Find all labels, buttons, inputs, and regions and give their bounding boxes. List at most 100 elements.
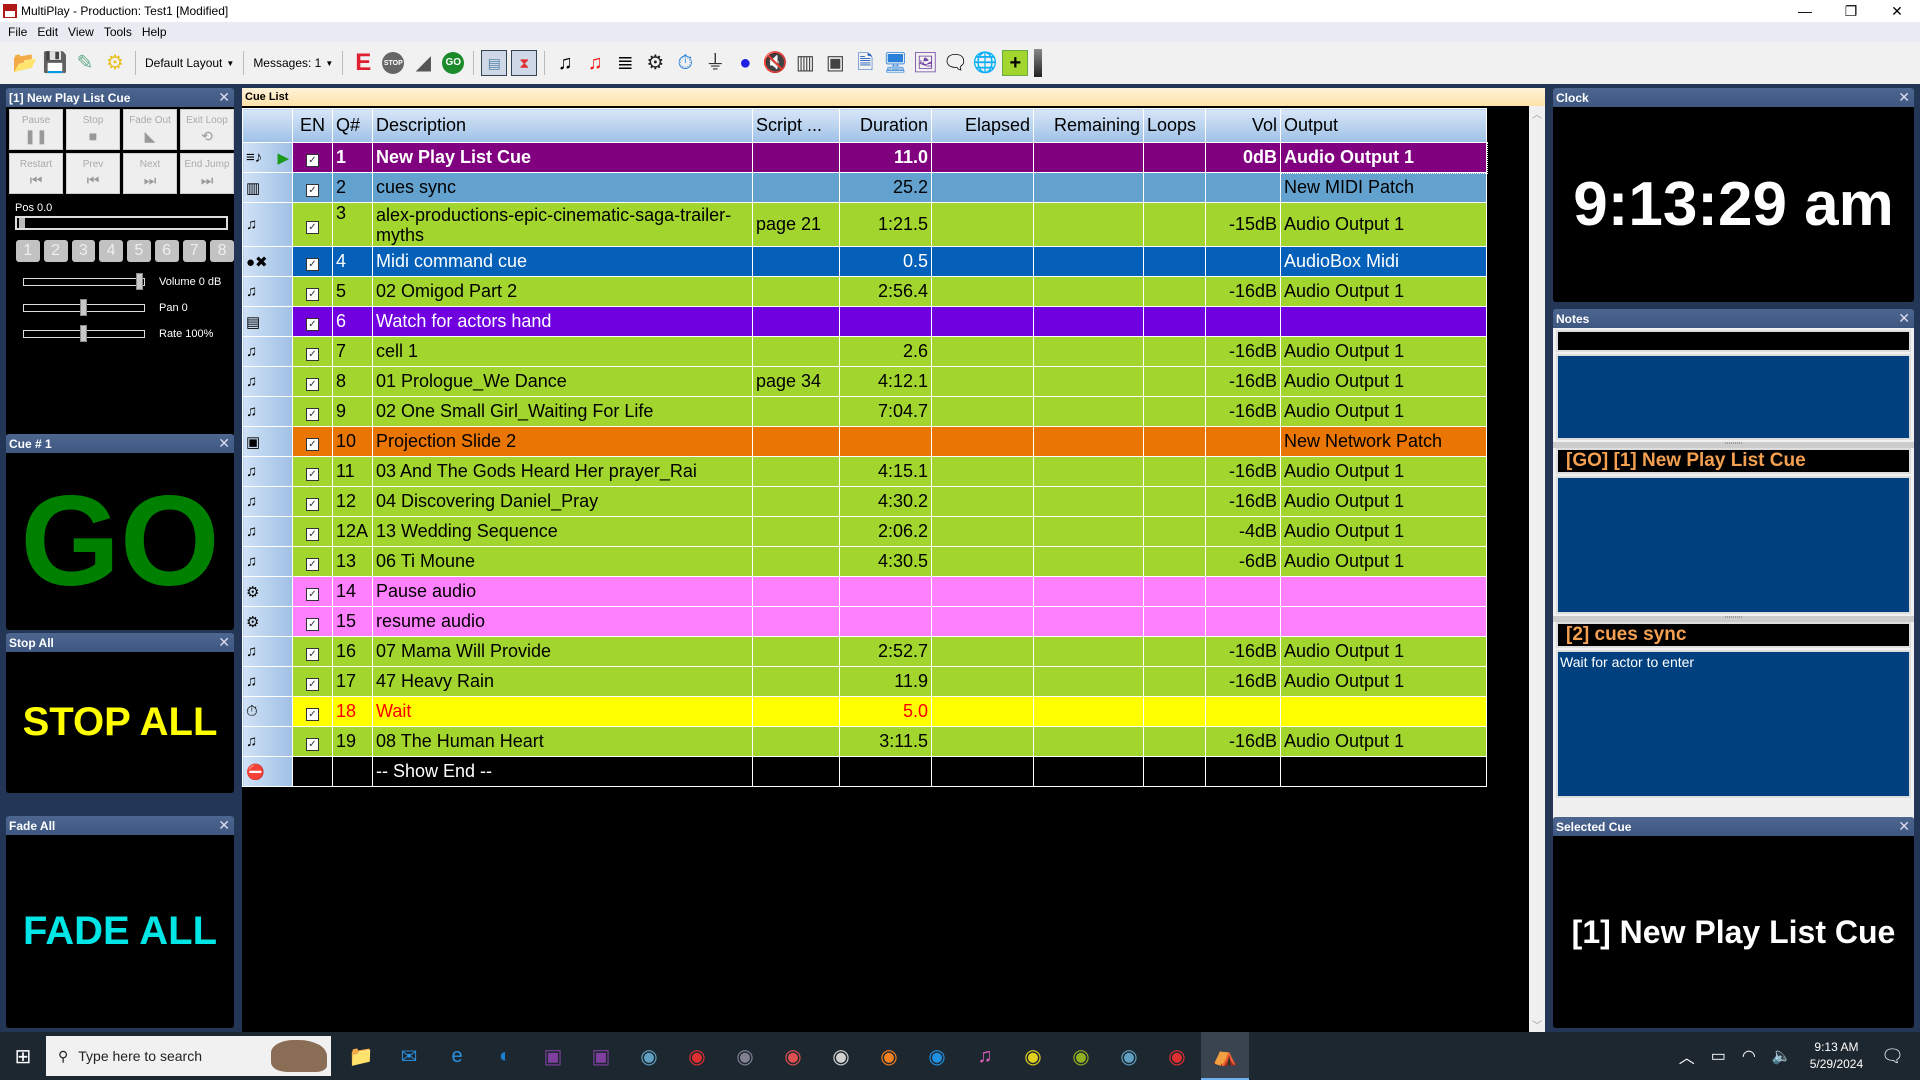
- taskbar-app-file-explorer-icon[interactable]: 📁: [337, 1032, 385, 1080]
- video-cue-icon[interactable]: 🖥: [882, 50, 908, 76]
- taskbar-app-app-13-icon[interactable]: ◉: [913, 1032, 961, 1080]
- close-button[interactable]: ✕: [1874, 0, 1920, 22]
- column-header-duration[interactable]: Duration: [839, 108, 932, 143]
- hotkey-button-2[interactable]: 2: [43, 240, 68, 262]
- list-view-icon[interactable]: ▤: [481, 50, 508, 76]
- close-icon[interactable]: ✕: [1898, 818, 1910, 835]
- cue-type-cell[interactable]: ♫: [242, 396, 293, 427]
- layout-dropdown[interactable]: Default Layout ▼: [145, 56, 234, 70]
- prev-button[interactable]: Prev ⏮: [66, 153, 120, 194]
- exit-loop-button[interactable]: Exit Loop ⟲: [180, 109, 234, 150]
- cue-type-cell[interactable]: ♫: [242, 486, 293, 517]
- cue-row[interactable]: ▣ ✓ 10 Projection Slide 2 New Network Patch: [242, 426, 1487, 457]
- cue-type-cell[interactable]: ⚙: [242, 606, 293, 637]
- column-header-vol[interactable]: Vol: [1205, 108, 1281, 143]
- go-icon[interactable]: GO: [440, 50, 466, 76]
- restore-button[interactable]: ❐: [1828, 0, 1874, 22]
- taskbar-app-teams-record-icon[interactable]: ▣: [529, 1032, 577, 1080]
- cue-row[interactable]: ♫ ✓ 16 07 Mama Will Provide 2:52.7 -16dB Audio…: [242, 636, 1487, 667]
- pause-button[interactable]: Pause ❚❚: [9, 109, 63, 150]
- taskbar-app-multiplay-icon[interactable]: ⛺: [1201, 1032, 1249, 1080]
- column-header-en[interactable]: EN: [292, 108, 333, 143]
- audio-cue-red-icon[interactable]: ♫: [582, 50, 608, 76]
- cue-row[interactable]: ♫ ✓ 7 cell 1 2.6 -16dB Audio Output 1: [242, 336, 1487, 367]
- scroll-up-icon[interactable]: ︿: [1529, 106, 1545, 121]
- network-cue-icon[interactable]: ▣: [822, 50, 848, 76]
- midi-piano-icon[interactable]: ▥: [792, 50, 818, 76]
- cue-row[interactable]: ♫ ✓ 3 alex-productions-epic-cinematic-saga-…: [242, 202, 1487, 247]
- cue-row[interactable]: ▥ ✓ 2 cues sync 25.2 New MIDI Patch: [242, 172, 1487, 203]
- enabled-checkbox[interactable]: ✓: [306, 318, 319, 331]
- settings-gear-icon[interactable]: ⚙: [102, 50, 128, 76]
- cue-type-cell[interactable]: ♫: [242, 456, 293, 487]
- column-header-icon[interactable]: [242, 108, 293, 143]
- cue-type-cell[interactable]: ⛔: [242, 756, 293, 787]
- column-header-description[interactable]: Description: [372, 108, 753, 143]
- mute-cue-icon[interactable]: 🔇: [762, 50, 788, 76]
- taskbar-app-itunes-icon[interactable]: ♫: [961, 1032, 1009, 1080]
- wait-cue-icon[interactable]: ⏱: [672, 50, 698, 76]
- enabled-checkbox[interactable]: ✓: [306, 738, 319, 751]
- column-header-loops[interactable]: Loops: [1143, 108, 1206, 143]
- taskbar-app-app-15-icon[interactable]: ◉: [1009, 1032, 1057, 1080]
- text-cue-icon[interactable]: 🗎: [852, 50, 878, 76]
- enabled-checkbox[interactable]: ✓: [306, 378, 319, 391]
- enabled-checkbox[interactable]: ✓: [306, 648, 319, 661]
- toolbar-overflow-grip[interactable]: [1034, 49, 1043, 77]
- cue-row[interactable]: ♫ ✓ 5 02 Omigod Part 2 2:56.4 -16dB Audio Outp…: [242, 276, 1487, 307]
- enabled-checkbox[interactable]: ✓: [306, 678, 319, 691]
- cue-row[interactable]: ▤ ✓ 6 Watch for actors hand: [242, 306, 1487, 337]
- web-cue-icon[interactable]: 🌐: [972, 50, 998, 76]
- cue-row[interactable]: ♫ ✓ 13 06 Ti Moune 4:30.5 -6dB Audio Output 1: [242, 546, 1487, 577]
- column-header-elapsed[interactable]: Elapsed: [931, 108, 1034, 143]
- cue-row[interactable]: ♫ ✓ 12A 13 Wedding Sequence 2:06.2 -4dB Audio …: [242, 516, 1487, 547]
- close-icon[interactable]: ✕: [1898, 89, 1910, 106]
- notes-body-next[interactable]: Wait for actor to enter: [1556, 650, 1911, 798]
- fade-all-button[interactable]: FADE ALL: [6, 835, 234, 1028]
- enabled-checkbox[interactable]: ✓: [306, 708, 319, 721]
- hotkey-button-5[interactable]: 5: [127, 240, 151, 262]
- taskbar-app-app-8-icon[interactable]: ◉: [673, 1032, 721, 1080]
- close-icon[interactable]: ✕: [1898, 310, 1910, 327]
- notes-cue-icon[interactable]: 🗨: [942, 50, 968, 76]
- cue-type-cell[interactable]: ▣: [242, 426, 293, 457]
- taskbar-app-app-16-icon[interactable]: ◉: [1057, 1032, 1105, 1080]
- cue-type-cell[interactable]: ⏱: [242, 696, 293, 727]
- stop-icon[interactable]: STOP: [380, 50, 406, 76]
- cue-type-cell[interactable]: ♫: [242, 202, 293, 247]
- hotkey-button-6[interactable]: 6: [154, 240, 179, 262]
- close-icon[interactable]: ✕: [218, 817, 230, 834]
- position-slider[interactable]: [15, 216, 228, 230]
- image-cue-icon[interactable]: 🖼: [912, 50, 938, 76]
- column-header-remaining[interactable]: Remaining: [1033, 108, 1144, 143]
- stop-button[interactable]: Stop ■: [66, 109, 120, 150]
- cue-row[interactable]: ⛔ -- Show End --: [242, 756, 1487, 787]
- enabled-checkbox[interactable]: ✓: [306, 348, 319, 361]
- taskbar-app-app-12-icon[interactable]: ◉: [865, 1032, 913, 1080]
- wifi-icon[interactable]: ◠: [1742, 1046, 1756, 1066]
- taskbar-app-app-9-icon[interactable]: ◉: [721, 1032, 769, 1080]
- column-header-q#[interactable]: Q#: [332, 108, 373, 143]
- hotkey-button-7[interactable]: 7: [182, 240, 207, 262]
- open-folder-icon[interactable]: 📂: [12, 50, 38, 76]
- control-cue-icon[interactable]: ⚙: [642, 50, 668, 76]
- cue-list-scrollbar[interactable]: ︿ ﹀: [1529, 106, 1545, 1032]
- cue-row[interactable]: ●✖ ✓ 4 Midi command cue 0.5 AudioBox Midi: [242, 246, 1487, 277]
- taskbar-app-app-18-icon[interactable]: ◉: [1153, 1032, 1201, 1080]
- enabled-checkbox[interactable]: ✓: [306, 528, 319, 541]
- end-jump-button[interactable]: End Jump ⏭: [180, 153, 234, 194]
- cue-type-cell[interactable]: ⚙: [242, 576, 293, 607]
- go-button[interactable]: GO: [6, 453, 234, 630]
- rate-slider-thumb[interactable]: [80, 325, 87, 342]
- cue-row[interactable]: ≡♪ ▶ ✓ 1 New Play List Cue 11.0 0dB Audio Outpu…: [242, 141, 1488, 174]
- volume-icon[interactable]: 🔈: [1772, 1046, 1792, 1066]
- hotkey-button-3[interactable]: 3: [71, 240, 96, 262]
- enabled-checkbox[interactable]: ✓: [306, 408, 319, 421]
- enabled-checkbox[interactable]: ✓: [306, 258, 319, 271]
- hotkey-button-1[interactable]: 1: [16, 240, 40, 262]
- cue-type-cell[interactable]: ♫: [242, 276, 293, 307]
- pan-slider[interactable]: [23, 299, 145, 316]
- cue-row[interactable]: ♫ ✓ 11 03 And The Gods Heard Her prayer_Rai…: [242, 456, 1487, 487]
- pan-slider-thumb[interactable]: [80, 299, 87, 316]
- cue-row[interactable]: ♫ ✓ 19 08 The Human Heart 3:11.5 -16dB Audio O…: [242, 726, 1487, 757]
